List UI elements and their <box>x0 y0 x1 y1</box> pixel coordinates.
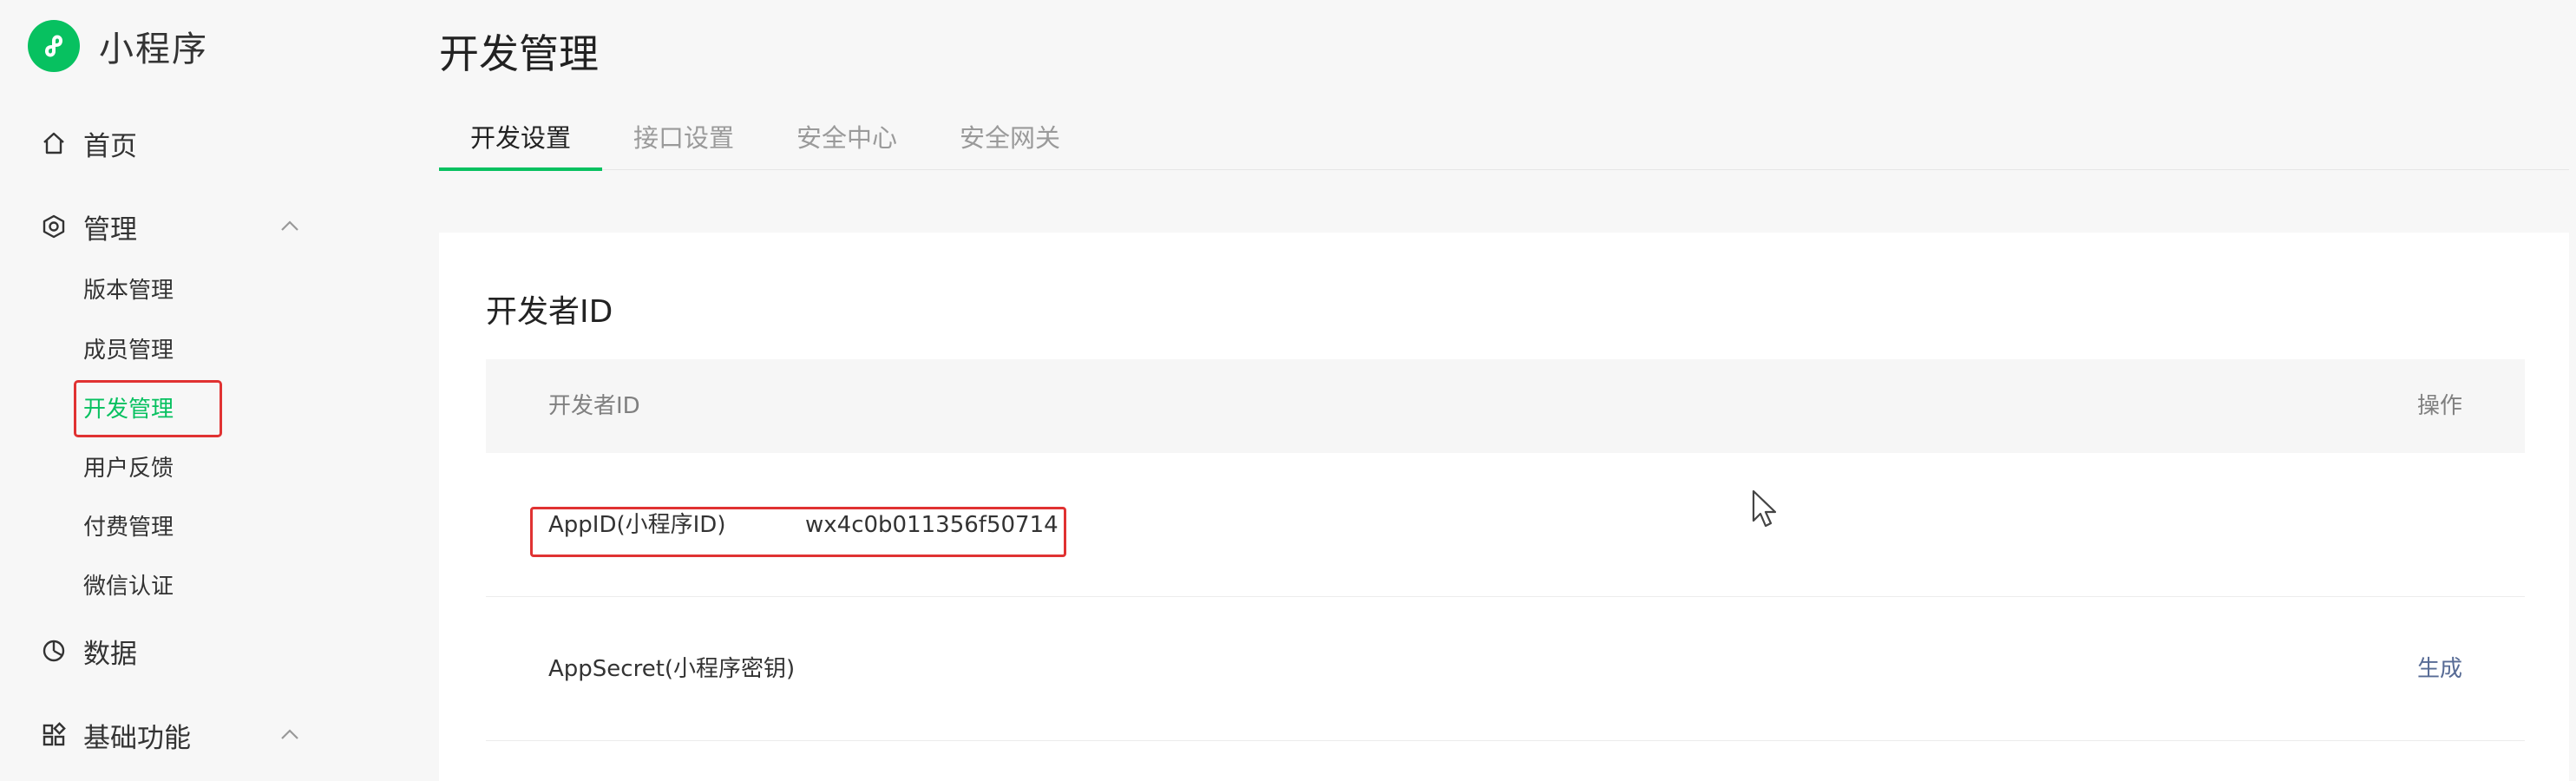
sidebar-item-label: 管理 <box>83 213 137 246</box>
sidebar-item-member-management[interactable]: 成员管理 <box>83 333 174 368</box>
chevron-up-icon[interactable] <box>276 721 304 749</box>
sidebar-item-user-feedback[interactable]: 用户反馈 <box>83 451 174 486</box>
active-tab-indicator <box>439 167 602 171</box>
sidebar-item-payment-management[interactable]: 付费管理 <box>83 510 174 545</box>
column-header-actions: 操作 <box>2416 393 2462 419</box>
table-row-appsecret: AppSecret(小程序密钥) 生成 <box>486 597 2525 741</box>
column-header-developer-id: 开发者ID <box>548 393 640 419</box>
home-icon <box>40 129 68 157</box>
sidebar: 小程序 首页 管理 版本管理 成员管理 开发管理 用户反馈 付费管理 微信认证 <box>0 0 408 781</box>
page-title: 开发管理 <box>439 30 599 77</box>
app-root: 小程序 首页 管理 版本管理 成员管理 开发管理 用户反馈 付费管理 微信认证 <box>0 0 2576 781</box>
developer-id-table: 开发者ID 操作 AppID(小程序ID) wx4c0b011356f50714… <box>486 359 2525 741</box>
miniprogram-logo-icon <box>28 20 80 72</box>
appid-label: AppID(小程序ID) <box>548 512 726 538</box>
appsecret-label: AppSecret(小程序密钥) <box>548 656 796 682</box>
sidebar-item-dev-management[interactable]: 开发管理 <box>83 392 174 427</box>
table-row-appid: AppID(小程序ID) wx4c0b011356f50714 <box>486 453 2525 597</box>
chevron-up-icon[interactable] <box>276 213 304 240</box>
grid-apps-icon <box>40 721 68 749</box>
generate-secret-link[interactable]: 生成 <box>2417 597 2462 741</box>
section-title: 开发者ID <box>486 294 613 330</box>
tab-dev-settings[interactable]: 开发设置 <box>439 111 602 170</box>
tab-bar: 开发设置 接口设置 安全中心 安全网关 <box>439 111 2569 171</box>
tab-security-gateway[interactable]: 安全网关 <box>928 111 1091 170</box>
sidebar-item-management[interactable]: 管理 <box>40 205 298 248</box>
brand[interactable]: 小程序 <box>28 20 208 72</box>
mouse-cursor-icon <box>1751 489 1780 529</box>
developer-id-card: 开发者ID 开发者ID 操作 AppID(小程序ID) wx4c0b011356… <box>439 233 2569 781</box>
sidebar-item-version-management[interactable]: 版本管理 <box>83 273 174 308</box>
sidebar-item-home[interactable]: 首页 <box>40 121 137 165</box>
sidebar-item-label: 基础功能 <box>83 722 191 754</box>
hexagon-settings-icon <box>40 213 68 240</box>
pie-chart-icon <box>40 637 68 665</box>
brand-name: 小程序 <box>99 30 208 69</box>
tab-security-center[interactable]: 安全中心 <box>765 111 928 170</box>
sidebar-item-label: 首页 <box>83 130 137 162</box>
sidebar-item-wechat-verification[interactable]: 微信认证 <box>83 569 174 604</box>
tab-api-settings[interactable]: 接口设置 <box>602 111 765 170</box>
sidebar-item-data[interactable]: 数据 <box>40 629 137 673</box>
table-header: 开发者ID 操作 <box>486 359 2525 453</box>
sidebar-item-label: 数据 <box>83 638 137 670</box>
appid-value[interactable]: wx4c0b011356f50714 <box>805 453 1059 597</box>
sidebar-item-basic-features[interactable]: 基础功能 <box>40 713 298 757</box>
